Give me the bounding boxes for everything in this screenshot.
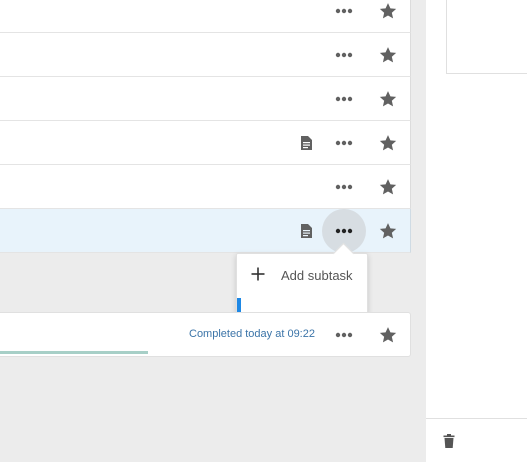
add-subtask-label: Add subtask xyxy=(281,268,353,283)
task-row[interactable] xyxy=(0,77,411,121)
completed-task-row[interactable]: Completed today at 09:22 xyxy=(0,312,411,357)
task-row[interactable] xyxy=(0,0,411,33)
task-row[interactable] xyxy=(0,121,411,165)
star-icon[interactable] xyxy=(378,177,398,197)
add-subtask-menu-item[interactable]: Add subtask xyxy=(237,254,367,296)
note-icon xyxy=(301,136,312,150)
star-icon[interactable] xyxy=(378,221,398,241)
completion-progress-bar xyxy=(0,351,148,354)
star-icon[interactable] xyxy=(378,45,398,65)
star-icon[interactable] xyxy=(378,133,398,153)
star-icon[interactable] xyxy=(378,325,398,345)
plus-icon xyxy=(251,267,265,281)
more-dots-icon[interactable] xyxy=(333,88,355,110)
detail-notes-box[interactable] xyxy=(446,0,527,74)
more-dots-icon[interactable] xyxy=(333,324,355,346)
more-dots-icon[interactable] xyxy=(333,220,355,242)
star-icon[interactable] xyxy=(378,89,398,109)
detail-panel xyxy=(426,0,527,462)
star-icon[interactable] xyxy=(378,1,398,21)
panel-divider xyxy=(426,418,527,419)
more-dots-icon[interactable] xyxy=(333,176,355,198)
more-dots-icon[interactable] xyxy=(333,132,355,154)
note-icon xyxy=(301,224,312,238)
task-row[interactable] xyxy=(0,33,411,77)
more-dots-icon[interactable] xyxy=(333,0,355,22)
task-context-menu: Add subtask xyxy=(236,253,368,314)
task-row[interactable] xyxy=(0,165,411,209)
more-dots-icon[interactable] xyxy=(333,44,355,66)
completed-status: Completed today at 09:22 xyxy=(189,328,315,340)
trash-icon[interactable] xyxy=(441,433,457,449)
